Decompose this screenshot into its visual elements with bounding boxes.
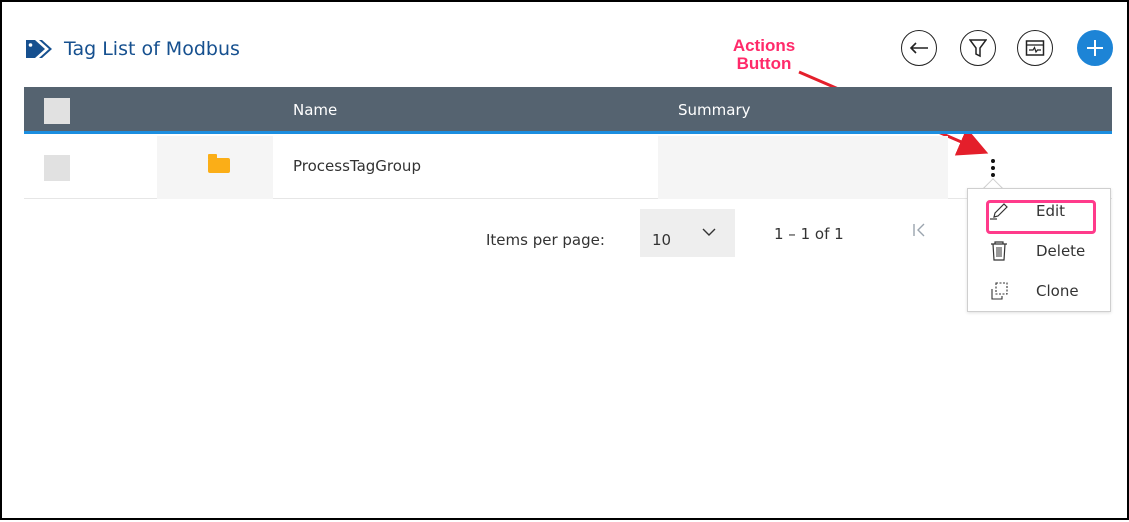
arrow-left-icon	[909, 42, 928, 54]
app-frame: Tag List of Modbus Actions Button Name S…	[0, 0, 1129, 520]
column-header-summary[interactable]: Summary	[678, 101, 751, 119]
trash-icon	[991, 241, 1007, 261]
kebab-dot	[991, 166, 995, 170]
actions-menu: Edit Delete Clone	[967, 188, 1111, 312]
annotation-label: Actions Button	[714, 37, 814, 73]
pencil-icon	[990, 203, 1008, 220]
table-row[interactable]: ProcessTagGroup	[24, 136, 1112, 199]
items-per-page-select[interactable]: 10	[640, 209, 735, 257]
row-checkbox[interactable]	[44, 155, 70, 181]
annotation-line-2: Button	[736, 54, 792, 73]
items-per-page-value: 10	[652, 231, 672, 249]
clone-icon	[991, 282, 1008, 300]
menu-item-label: Edit	[1036, 202, 1066, 220]
menu-item-edit[interactable]: Edit	[968, 193, 1112, 234]
chevron-down-icon	[702, 228, 716, 236]
menu-item-delete[interactable]: Delete	[968, 233, 1112, 269]
folder-icon	[208, 154, 230, 173]
monitor-button[interactable]	[1017, 30, 1053, 66]
kebab-dot	[991, 173, 995, 177]
kebab-dot	[991, 159, 995, 163]
add-button[interactable]	[1077, 30, 1113, 66]
column-header-name[interactable]: Name	[293, 101, 337, 119]
tag-icon	[26, 40, 52, 58]
menu-item-label: Delete	[1036, 242, 1086, 260]
row-name: ProcessTagGroup	[293, 157, 421, 175]
monitor-icon	[1025, 40, 1045, 56]
page-header: Tag List of Modbus	[24, 32, 240, 66]
select-all-checkbox[interactable]	[44, 98, 70, 124]
row-icon-cell	[157, 136, 273, 199]
plus-icon	[1087, 40, 1103, 56]
first-page-icon[interactable]	[912, 222, 928, 238]
filter-button[interactable]	[960, 30, 996, 66]
row-summary	[658, 136, 948, 199]
filter-icon	[969, 39, 987, 58]
back-button[interactable]	[901, 30, 937, 66]
table-header: Name Summary	[24, 87, 1112, 134]
menu-item-clone[interactable]: Clone	[968, 273, 1112, 309]
annotation-arrow	[798, 70, 989, 156]
items-per-page-label: Items per page:	[486, 231, 605, 249]
page-title: Tag List of Modbus	[64, 38, 240, 60]
annotation-line-1: Actions	[732, 36, 796, 55]
pagination-range: 1 – 1 of 1	[774, 225, 844, 243]
menu-item-label: Clone	[1036, 282, 1079, 300]
